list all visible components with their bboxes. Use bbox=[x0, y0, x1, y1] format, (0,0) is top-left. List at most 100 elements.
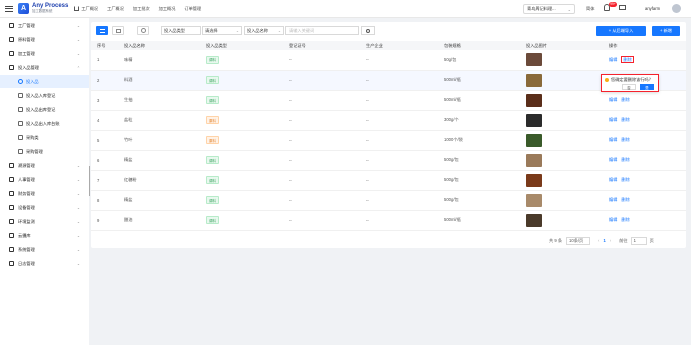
edit-link[interactable]: 编辑 bbox=[609, 177, 617, 182]
edit-link[interactable]: 编辑 bbox=[609, 157, 617, 162]
topnav-item[interactable]: 订单管理 bbox=[184, 6, 201, 12]
search-input[interactable]: 请输入关键词 bbox=[285, 26, 359, 35]
sidebar-item[interactable]: 工厂管理 ⌄ bbox=[0, 19, 89, 32]
mail-icon[interactable] bbox=[619, 5, 626, 10]
input-type: 原料 bbox=[200, 130, 283, 151]
sidebar-item-label: 采购管理 bbox=[26, 148, 43, 154]
sidebar-item[interactable]: 投入品出入库台账 bbox=[0, 117, 89, 130]
menu-icon bbox=[18, 107, 23, 112]
grid-view-button[interactable] bbox=[112, 26, 124, 35]
sidebar-item[interactable]: 采购类 bbox=[0, 131, 89, 144]
sidebar-item[interactable]: 原料管理 ⌄ bbox=[0, 33, 89, 46]
language-switch[interactable]: 简体 bbox=[586, 6, 594, 12]
menu-icon bbox=[9, 219, 14, 224]
menu-icon bbox=[9, 177, 14, 182]
delete-link[interactable]: 删除 bbox=[621, 197, 629, 202]
operations: 编辑删除 bbox=[603, 110, 686, 131]
topnav-item[interactable]: 加工概况 bbox=[159, 6, 176, 12]
sidebar-scrollbar[interactable] bbox=[89, 166, 90, 196]
delete-link[interactable]: 删除 bbox=[621, 177, 629, 182]
sidebar-item[interactable]: 溯源管理 ⌄ bbox=[0, 159, 89, 172]
edit-link[interactable]: 编辑 bbox=[609, 137, 617, 142]
sidebar-item[interactable]: 环境监测 ⌄ bbox=[0, 215, 89, 228]
add-button[interactable]: + 新增 bbox=[652, 26, 680, 36]
product-image[interactable] bbox=[526, 133, 542, 147]
table-row: 6 精盐 调料 -- -- 500g/包 编辑 删除 bbox=[91, 150, 686, 171]
input-type: 调料 bbox=[200, 170, 283, 191]
notification-badge: 99+ bbox=[609, 2, 617, 7]
topnav-item[interactable]: 工厂概况 bbox=[107, 6, 124, 12]
product-image[interactable] bbox=[526, 113, 542, 127]
sidebar-item[interactable]: 投入品入库登记 bbox=[0, 89, 89, 102]
prev-page-icon[interactable]: ‹ bbox=[598, 238, 599, 243]
delete-link[interactable]: 删除 bbox=[621, 157, 629, 162]
row-index: 8 bbox=[91, 190, 118, 211]
settings-button[interactable] bbox=[137, 26, 149, 35]
edit-link[interactable]: 编辑 bbox=[609, 217, 617, 222]
sidebar-item[interactable]: 设备管理 ⌄ bbox=[0, 201, 89, 214]
page-number[interactable]: 1 bbox=[603, 238, 605, 243]
shop-select[interactable]: 青岛周记料理... ⌄ bbox=[523, 4, 575, 14]
type-filter-select[interactable]: 请选择 ⌄ bbox=[202, 26, 242, 35]
logo: A Any Process 加工数据系统 bbox=[18, 3, 68, 14]
input-image-cell bbox=[520, 170, 603, 191]
list-view-button[interactable] bbox=[96, 26, 108, 35]
column-header: 生产企业 bbox=[360, 41, 438, 50]
manufacturer: -- bbox=[360, 50, 438, 71]
sidebar-item[interactable]: 云摄库 ⌄ bbox=[0, 229, 89, 242]
sidebar-item[interactable]: 投入品出库登记 bbox=[0, 103, 89, 116]
delete-link[interactable]: 删除 bbox=[621, 117, 629, 122]
sidebar-item[interactable]: 人事管理 ⌄ bbox=[0, 173, 89, 186]
input-name: 精盐 bbox=[118, 190, 200, 211]
avatar[interactable] bbox=[672, 4, 681, 13]
product-image[interactable] bbox=[526, 193, 542, 207]
input-name: 醋油 bbox=[118, 210, 200, 231]
sidebar-item[interactable]: 投入品管理 ⌃ bbox=[0, 61, 89, 74]
topnav-item[interactable]: 工厂概况 bbox=[74, 6, 98, 12]
product-image[interactable] bbox=[526, 53, 542, 67]
product-image[interactable] bbox=[526, 173, 542, 187]
type-tag: 调料 bbox=[206, 176, 219, 184]
delete-link[interactable]: 删除 bbox=[621, 97, 629, 102]
search-button[interactable] bbox=[361, 26, 375, 35]
user-name[interactable]: anyfarm bbox=[645, 6, 660, 11]
input-name: 盐粒 bbox=[118, 110, 200, 131]
name-filter-select[interactable]: 投入品名称 ⌄ bbox=[244, 26, 284, 35]
manufacturer: -- bbox=[360, 210, 438, 231]
product-image[interactable] bbox=[526, 213, 542, 227]
table-header: 序号 投入品名称 投入品类型 登记证号 生产企业 包装规格 投入品图片 操作 bbox=[91, 41, 686, 50]
type-tag: 调料 bbox=[206, 216, 219, 224]
sidebar-item[interactable]: 采购管理 bbox=[0, 145, 89, 158]
total-count: 共 9 条 bbox=[549, 237, 563, 243]
topnav-item[interactable]: 加工批次 bbox=[133, 6, 150, 12]
input-image-cell bbox=[520, 210, 603, 231]
sidebar-item-label: 人事管理 bbox=[18, 176, 35, 182]
cancel-button[interactable]: 否 bbox=[622, 84, 636, 90]
import-button[interactable]: + 从后端导入 bbox=[596, 26, 646, 36]
column-header: 序号 bbox=[91, 41, 118, 50]
sidebar-item[interactable]: 系统管理 ⌄ bbox=[0, 243, 89, 256]
product-image[interactable] bbox=[526, 153, 542, 167]
delete-link[interactable]: 删除 bbox=[621, 55, 634, 63]
goto-input[interactable]: 1 bbox=[630, 236, 647, 245]
sidebar-item[interactable]: 日志管理 ⌄ bbox=[0, 257, 89, 270]
product-image[interactable] bbox=[526, 93, 542, 107]
menu-toggle-icon[interactable] bbox=[5, 5, 13, 12]
next-page-icon[interactable]: › bbox=[610, 238, 611, 243]
table-row: 3 生抽 调料 -- -- 500ml/瓶 编辑 删除 bbox=[91, 90, 686, 111]
confirm-button[interactable]: 是 bbox=[640, 84, 654, 90]
sidebar-item-label: 云摄库 bbox=[18, 232, 31, 238]
page-size-select[interactable]: 10条/页 bbox=[566, 236, 591, 245]
edit-link[interactable]: 编辑 bbox=[609, 197, 617, 202]
edit-link[interactable]: 编辑 bbox=[609, 57, 617, 62]
delete-link[interactable]: 删除 bbox=[621, 137, 629, 142]
input-image-cell bbox=[520, 70, 603, 91]
sidebar-item[interactable]: 投入品 bbox=[0, 75, 89, 88]
delete-link[interactable]: 删除 bbox=[621, 217, 629, 222]
edit-link[interactable]: 编辑 bbox=[609, 117, 617, 122]
edit-link[interactable]: 编辑 bbox=[609, 97, 617, 102]
chevron-icon: ⌄ bbox=[76, 247, 80, 252]
sidebar-item[interactable]: 加工管理 ⌄ bbox=[0, 47, 89, 60]
sidebar-item[interactable]: 财务管理 ⌄ bbox=[0, 187, 89, 200]
product-image[interactable] bbox=[526, 73, 542, 87]
